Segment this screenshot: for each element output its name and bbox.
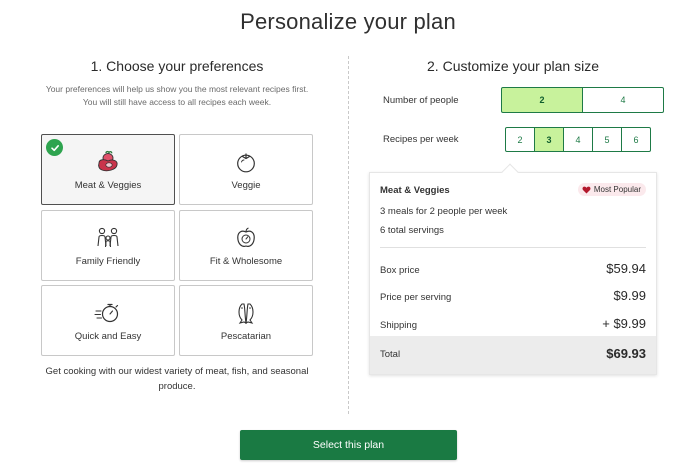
tile-label: Family Friendly [75, 256, 141, 267]
most-popular-badge: Most Popular [577, 183, 646, 196]
plan-summary-card: Meat & Veggies Most Popular 3 meals for … [369, 172, 657, 375]
shipping-value: + $9.99 [602, 316, 646, 331]
preference-tile-family-friendly[interactable]: Family Friendly [41, 210, 175, 281]
badge-label: Most Popular [593, 185, 641, 194]
preference-tile-meat-veggies[interactable]: Meat & Veggies [41, 134, 175, 205]
tile-label: Pescatarian [220, 331, 272, 342]
shipping-label: Shipping [380, 320, 417, 331]
shipping-row: Shipping + $9.99 [380, 316, 646, 331]
total-label: Total [380, 349, 401, 360]
people-selector: 2 4 [501, 87, 664, 113]
summary-title: Meat & Veggies [380, 185, 450, 196]
people-option-2[interactable]: 2 [501, 87, 583, 113]
tile-label: Meat & Veggies [74, 180, 142, 191]
check-icon [46, 139, 63, 156]
box-price-value: $59.94 [606, 261, 646, 276]
family-icon [94, 226, 122, 250]
people-option-4[interactable]: 4 [582, 87, 664, 113]
price-per-serving-row: Price per serving $9.99 [380, 288, 646, 303]
tomato-icon [232, 150, 260, 174]
preference-description: Get cooking with our widest variety of m… [45, 366, 309, 392]
box-price-label: Box price [380, 265, 420, 276]
recipes-label: Recipes per week [383, 134, 459, 145]
stopwatch-icon [94, 301, 122, 325]
recipes-option-3[interactable]: 3 [534, 127, 564, 152]
box-price-row: Box price $59.94 [380, 261, 646, 276]
tile-label: Veggie [231, 180, 261, 191]
recipes-option-5[interactable]: 5 [592, 127, 622, 152]
apple-scale-icon [232, 226, 260, 250]
recipes-option-2[interactable]: 2 [505, 127, 535, 152]
recipes-selector: 2 3 4 5 6 [505, 127, 651, 152]
total-value: $69.93 [606, 346, 646, 361]
price-per-serving-label: Price per serving [380, 292, 452, 303]
summary-divider [380, 247, 646, 248]
tile-label: Quick and Easy [74, 331, 142, 342]
preferences-heading: 1. Choose your preferences [90, 58, 264, 74]
people-label: Number of people [383, 95, 459, 106]
preference-tile-veggie[interactable]: Veggie [179, 134, 313, 205]
servings-summary: 6 total servings [380, 225, 444, 236]
preference-tile-quick-easy[interactable]: Quick and Easy [41, 285, 175, 356]
preference-tile-pescatarian[interactable]: Pescatarian [179, 285, 313, 356]
column-divider [348, 56, 349, 414]
total-row: Total $69.93 [370, 336, 656, 374]
preferences-intro: Your preferences will help us show you t… [45, 84, 309, 107]
fish-icon [232, 301, 260, 325]
recipes-option-4[interactable]: 4 [563, 127, 593, 152]
price-per-serving-value: $9.99 [613, 288, 646, 303]
heart-icon [582, 186, 591, 194]
meals-summary: 3 meals for 2 people per week [380, 206, 508, 217]
recipes-option-6[interactable]: 6 [621, 127, 651, 152]
plan-size-heading: 2. Customize your plan size [427, 58, 599, 74]
select-plan-button[interactable]: Select this plan [240, 430, 457, 460]
meat-veggies-icon [94, 150, 122, 174]
tile-label: Fit & Wholesome [209, 256, 283, 267]
preference-tile-fit-wholesome[interactable]: Fit & Wholesome [179, 210, 313, 281]
page-title: Personalize your plan [240, 9, 456, 34]
